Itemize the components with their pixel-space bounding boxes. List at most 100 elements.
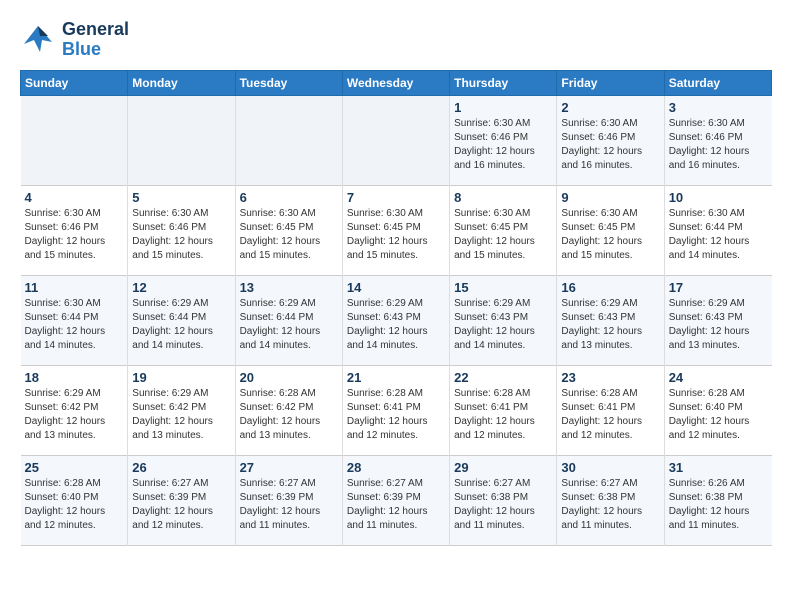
- day-number: 26: [132, 460, 230, 475]
- logo: General Blue: [20, 20, 129, 60]
- calendar-cell: 15 Sunrise: 6:29 AMSunset: 6:43 PMDayligh…: [450, 275, 557, 365]
- day-info: Sunrise: 6:27 AMSunset: 6:39 PMDaylight:…: [132, 477, 230, 533]
- day-info: Sunrise: 6:28 AMSunset: 6:42 PMDaylight:…: [240, 387, 338, 443]
- calendar-week-row: 11Sunrise: 6:30 AMSunset: 6:44 PMDayligh…: [21, 275, 772, 365]
- calendar-cell: 4 Sunrise: 6:30 AMSunset: 6:46 PMDaylight…: [21, 185, 128, 275]
- calendar-table: SundayMondayTuesdayWednesdayThursdayFrid…: [20, 70, 772, 546]
- calendar-cell: 3 Sunrise: 6:30 AMSunset: 6:46 PMDaylight…: [664, 95, 771, 185]
- day-info: Sunrise: 6:30 AMSunset: 6:45 PMDaylight:…: [561, 207, 659, 263]
- calendar-cell: 21 Sunrise: 6:28 AMSunset: 6:41 PMDayligh…: [342, 365, 449, 455]
- day-info: Sunrise: 6:29 AMSunset: 6:42 PMDaylight:…: [25, 387, 124, 443]
- day-info: Sunrise: 6:27 AMSunset: 6:38 PMDaylight:…: [561, 477, 659, 533]
- calendar-cell: [21, 95, 128, 185]
- calendar-cell: 25 Sunrise: 6:28 AMSunset: 6:40 PMDayligh…: [21, 455, 128, 545]
- day-info: Sunrise: 6:29 AMSunset: 6:43 PMDaylight:…: [561, 297, 659, 353]
- calendar-cell: 11Sunrise: 6:30 AMSunset: 6:44 PMDayligh…: [21, 275, 128, 365]
- day-number: 12: [132, 280, 230, 295]
- day-info: Sunrise: 6:28 AMSunset: 6:41 PMDaylight:…: [561, 387, 659, 443]
- weekday-header-friday: Friday: [557, 70, 664, 95]
- calendar-cell: 31 Sunrise: 6:26 AMSunset: 6:38 PMDayligh…: [664, 455, 771, 545]
- day-number: 11: [25, 280, 124, 295]
- logo-icon: [20, 22, 56, 58]
- calendar-cell: 29Sunrise: 6:27 AMSunset: 6:38 PMDayligh…: [450, 455, 557, 545]
- day-info: Sunrise: 6:29 AMSunset: 6:43 PMDaylight:…: [669, 297, 768, 353]
- calendar-week-row: 4 Sunrise: 6:30 AMSunset: 6:46 PMDaylight…: [21, 185, 772, 275]
- day-info: Sunrise: 6:30 AMSunset: 6:45 PMDaylight:…: [454, 207, 552, 263]
- day-info: Sunrise: 6:26 AMSunset: 6:38 PMDaylight:…: [669, 477, 768, 533]
- day-number: 24: [669, 370, 768, 385]
- day-info: Sunrise: 6:29 AMSunset: 6:43 PMDaylight:…: [454, 297, 552, 353]
- day-number: 5: [132, 190, 230, 205]
- day-info: Sunrise: 6:27 AMSunset: 6:39 PMDaylight:…: [347, 477, 445, 533]
- day-info: Sunrise: 6:30 AMSunset: 6:44 PMDaylight:…: [669, 207, 768, 263]
- day-info: Sunrise: 6:30 AMSunset: 6:46 PMDaylight:…: [25, 207, 124, 263]
- calendar-cell: 12Sunrise: 6:29 AMSunset: 6:44 PMDayligh…: [128, 275, 235, 365]
- calendar-cell: 24Sunrise: 6:28 AMSunset: 6:40 PMDayligh…: [664, 365, 771, 455]
- logo-text: General Blue: [62, 20, 129, 60]
- day-info: Sunrise: 6:27 AMSunset: 6:38 PMDaylight:…: [454, 477, 552, 533]
- calendar-cell: 16 Sunrise: 6:29 AMSunset: 6:43 PMDayligh…: [557, 275, 664, 365]
- day-number: 31: [669, 460, 768, 475]
- day-number: 22: [454, 370, 552, 385]
- day-number: 6: [240, 190, 338, 205]
- day-info: Sunrise: 6:28 AMSunset: 6:40 PMDaylight:…: [25, 477, 124, 533]
- day-number: 14: [347, 280, 445, 295]
- weekday-header-row: SundayMondayTuesdayWednesdayThursdayFrid…: [21, 70, 772, 95]
- day-number: 15: [454, 280, 552, 295]
- day-number: 25: [25, 460, 124, 475]
- calendar-week-row: 1 Sunrise: 6:30 AMSunset: 6:46 PMDaylight…: [21, 95, 772, 185]
- day-info: Sunrise: 6:30 AMSunset: 6:45 PMDaylight:…: [240, 207, 338, 263]
- calendar-cell: 23Sunrise: 6:28 AMSunset: 6:41 PMDayligh…: [557, 365, 664, 455]
- day-number: 4: [25, 190, 124, 205]
- weekday-header-sunday: Sunday: [21, 70, 128, 95]
- calendar-cell: 9Sunrise: 6:30 AMSunset: 6:45 PMDaylight…: [557, 185, 664, 275]
- calendar-cell: [128, 95, 235, 185]
- weekday-header-wednesday: Wednesday: [342, 70, 449, 95]
- day-info: Sunrise: 6:28 AMSunset: 6:41 PMDaylight:…: [454, 387, 552, 443]
- day-number: 1: [454, 100, 552, 115]
- day-info: Sunrise: 6:30 AMSunset: 6:46 PMDaylight:…: [454, 117, 552, 173]
- calendar-cell: 13 Sunrise: 6:29 AMSunset: 6:44 PMDayligh…: [235, 275, 342, 365]
- day-number: 17: [669, 280, 768, 295]
- weekday-header-tuesday: Tuesday: [235, 70, 342, 95]
- calendar-cell: 30 Sunrise: 6:27 AMSunset: 6:38 PMDayligh…: [557, 455, 664, 545]
- calendar-cell: 8 Sunrise: 6:30 AMSunset: 6:45 PMDaylight…: [450, 185, 557, 275]
- day-info: Sunrise: 6:29 AMSunset: 6:43 PMDaylight:…: [347, 297, 445, 353]
- calendar-cell: 27 Sunrise: 6:27 AMSunset: 6:39 PMDayligh…: [235, 455, 342, 545]
- calendar-cell: 22 Sunrise: 6:28 AMSunset: 6:41 PMDayligh…: [450, 365, 557, 455]
- calendar-cell: 2Sunrise: 6:30 AMSunset: 6:46 PMDaylight…: [557, 95, 664, 185]
- day-number: 18: [25, 370, 124, 385]
- day-number: 10: [669, 190, 768, 205]
- calendar-cell: 6 Sunrise: 6:30 AMSunset: 6:45 PMDaylight…: [235, 185, 342, 275]
- day-number: 3: [669, 100, 768, 115]
- calendar-cell: [342, 95, 449, 185]
- day-number: 21: [347, 370, 445, 385]
- day-number: 13: [240, 280, 338, 295]
- day-number: 20: [240, 370, 338, 385]
- day-number: 19: [132, 370, 230, 385]
- day-info: Sunrise: 6:29 AMSunset: 6:42 PMDaylight:…: [132, 387, 230, 443]
- calendar-cell: 26 Sunrise: 6:27 AMSunset: 6:39 PMDayligh…: [128, 455, 235, 545]
- day-info: Sunrise: 6:27 AMSunset: 6:39 PMDaylight:…: [240, 477, 338, 533]
- weekday-header-saturday: Saturday: [664, 70, 771, 95]
- page-header: General Blue: [20, 20, 772, 60]
- day-info: Sunrise: 6:28 AMSunset: 6:41 PMDaylight:…: [347, 387, 445, 443]
- day-number: 27: [240, 460, 338, 475]
- day-number: 16: [561, 280, 659, 295]
- calendar-cell: 10 Sunrise: 6:30 AMSunset: 6:44 PMDayligh…: [664, 185, 771, 275]
- day-info: Sunrise: 6:29 AMSunset: 6:44 PMDaylight:…: [240, 297, 338, 353]
- day-info: Sunrise: 6:30 AMSunset: 6:46 PMDaylight:…: [132, 207, 230, 263]
- calendar-cell: 14 Sunrise: 6:29 AMSunset: 6:43 PMDayligh…: [342, 275, 449, 365]
- day-number: 30: [561, 460, 659, 475]
- day-info: Sunrise: 6:30 AMSunset: 6:45 PMDaylight:…: [347, 207, 445, 263]
- calendar-cell: 20 Sunrise: 6:28 AMSunset: 6:42 PMDayligh…: [235, 365, 342, 455]
- calendar-cell: [235, 95, 342, 185]
- weekday-header-monday: Monday: [128, 70, 235, 95]
- calendar-cell: 17 Sunrise: 6:29 AMSunset: 6:43 PMDayligh…: [664, 275, 771, 365]
- day-number: 8: [454, 190, 552, 205]
- day-number: 2: [561, 100, 659, 115]
- weekday-header-thursday: Thursday: [450, 70, 557, 95]
- calendar-cell: 1 Sunrise: 6:30 AMSunset: 6:46 PMDaylight…: [450, 95, 557, 185]
- calendar-cell: 5 Sunrise: 6:30 AMSunset: 6:46 PMDaylight…: [128, 185, 235, 275]
- day-info: Sunrise: 6:30 AMSunset: 6:46 PMDaylight:…: [669, 117, 768, 173]
